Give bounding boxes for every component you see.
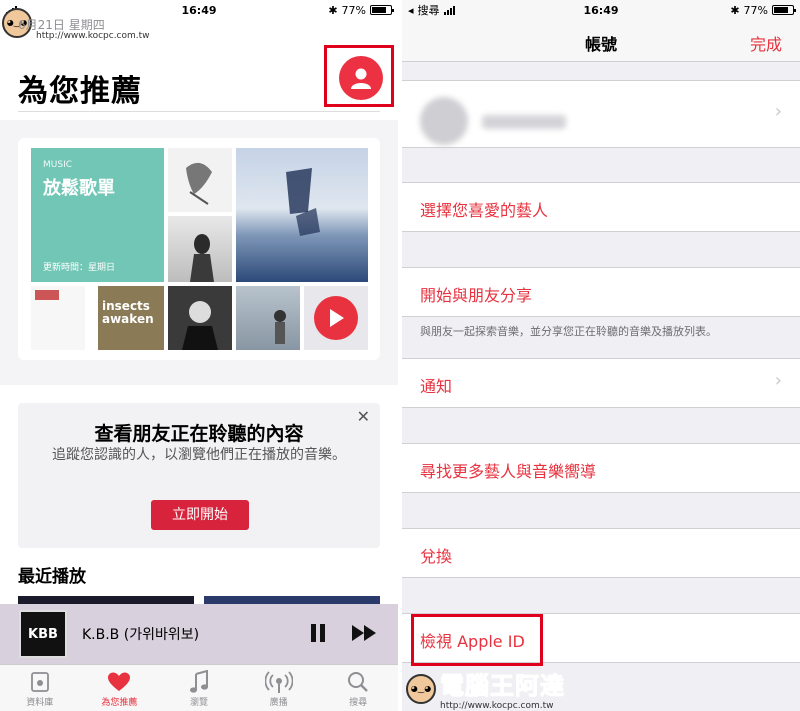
recent-item[interactable]	[204, 596, 380, 604]
date-label: 6月21日 星期四	[18, 18, 105, 32]
profile-name	[482, 115, 566, 129]
account-button[interactable]	[339, 56, 383, 100]
battery-percent: 77%	[743, 3, 768, 17]
search-icon	[348, 672, 369, 692]
notifications-row[interactable]: 通知 ›	[402, 358, 800, 408]
album-art[interactable]	[31, 286, 85, 350]
fast-forward-icon[interactable]	[351, 624, 379, 642]
pause-icon[interactable]	[309, 622, 327, 644]
favorite-artists-row[interactable]: 選擇您喜愛的藝人	[402, 182, 800, 232]
music-note-icon	[189, 670, 208, 693]
account-screen: ◂ 搜尋 16:49 ✱ 77% 帳號 完成 › 選擇您喜愛的藝人 開始與朋友分…	[402, 0, 800, 711]
playlist-tile[interactable]: MUSIC 放鬆歌單 更新時間：星期日	[31, 148, 164, 282]
nav-bar: ◂ 搜尋 16:49 ✱ 77% 帳號 完成	[402, 0, 800, 62]
radio-icon	[264, 671, 293, 693]
tab-bar: 資料庫 為您推薦 瀏覽 廣播 搜尋	[0, 664, 398, 711]
share-label: 開始與朋友分享	[420, 286, 533, 305]
watermark-text: 電腦王阿達	[440, 672, 565, 701]
find-more-label: 尋找更多藝人與音樂嚮導	[420, 462, 597, 481]
playlist-label: MUSIC	[43, 160, 73, 170]
album-art[interactable]	[236, 148, 368, 282]
watermark-face-icon: ◕‿◕	[406, 673, 436, 704]
recommendation-card[interactable]: MUSIC 放鬆歌單 更新時間：星期日 insects awaken	[18, 138, 380, 360]
tab-label: 廣播	[269, 698, 288, 708]
page-title: 為您推薦	[18, 74, 142, 109]
tab-radio[interactable]: 廣播	[239, 665, 319, 711]
battery-percent: 77%	[341, 3, 366, 17]
album-art[interactable]	[236, 286, 300, 350]
playlist-updated: 更新時間：星期日	[43, 263, 116, 273]
watermark: ◕‿◕ 電腦王阿達 http://www.kocpc.com.tw	[406, 666, 565, 711]
playlist-title: 放鬆歌單	[43, 178, 115, 199]
play-icon	[330, 309, 344, 327]
recent-item[interactable]	[18, 596, 194, 604]
album-art[interactable]	[168, 148, 232, 212]
heart-icon	[108, 672, 131, 691]
for-you-screen: 16:49 ✱ 77% ◕‿◕ 電腦王阿達 http://www.kocpc.c…	[0, 0, 398, 711]
album-art[interactable]: insects awaken	[98, 286, 164, 350]
mini-player[interactable]: KBB K.B.B (가위바위보)	[0, 604, 398, 664]
friends-title: 查看朋友正在聆聽的內容	[94, 423, 304, 445]
bluetooth-icon: ✱	[730, 3, 740, 17]
find-more-row[interactable]: 尋找更多藝人與音樂嚮導	[402, 443, 800, 493]
profile-row[interactable]: ›	[402, 80, 800, 148]
album-art[interactable]	[168, 216, 232, 282]
notifications-label: 通知	[420, 377, 453, 396]
done-button[interactable]: 完成	[750, 31, 782, 55]
tab-label: 瀏覽	[189, 698, 208, 708]
status-bar: ◂ 搜尋 16:49 ✱ 77%	[402, 0, 800, 20]
now-playing-title: K.B.B (가위바위보)	[82, 627, 200, 643]
highlight-box	[411, 614, 543, 666]
battery-icon	[370, 5, 394, 15]
share-note: 與朋友一起探索音樂，並分享您正在聆聽的音樂及播放列表。	[420, 325, 717, 338]
tab-label: 搜尋	[349, 698, 368, 708]
nav-title: 帳號	[584, 35, 617, 54]
chevron-right-icon: ›	[774, 370, 782, 391]
person-icon	[351, 68, 371, 89]
tab-search[interactable]: 搜尋	[318, 665, 398, 711]
album-art[interactable]	[168, 286, 232, 350]
avatar	[420, 97, 468, 145]
chevron-right-icon: ›	[774, 101, 782, 122]
tab-browse[interactable]: 瀏覽	[159, 665, 239, 711]
now-playing-art: KBB	[19, 610, 67, 658]
divider	[18, 111, 380, 112]
watermark-url: http://www.kocpc.com.tw	[440, 701, 554, 711]
tab-label: 為您推薦	[101, 698, 138, 708]
favorite-artists-label: 選擇您喜愛的藝人	[420, 201, 549, 220]
friends-description: 追蹤您認識的人，以瀏覽他們正在播放的音樂。	[52, 447, 346, 463]
tab-for-you[interactable]: 為您推薦	[80, 665, 160, 711]
redeem-label: 兌換	[420, 547, 453, 566]
battery-icon	[772, 5, 796, 15]
play-button[interactable]	[314, 296, 358, 340]
start-now-button[interactable]: 立即開始	[151, 500, 249, 530]
bluetooth-icon: ✱	[328, 3, 338, 17]
play-all-tile[interactable]	[304, 286, 368, 350]
recently-played-title: 最近播放	[18, 567, 86, 587]
tab-library[interactable]: 資料庫	[0, 665, 80, 711]
friends-promo: ✕ 查看朋友正在聆聽的內容 追蹤您認識的人，以瀏覽他們正在播放的音樂。 立即開始	[18, 403, 380, 548]
tab-label: 資料庫	[26, 698, 54, 708]
album-title: insects awaken	[102, 299, 154, 326]
redeem-row[interactable]: 兌換	[402, 528, 800, 578]
share-row[interactable]: 開始與朋友分享	[402, 267, 800, 317]
library-icon	[30, 672, 49, 692]
